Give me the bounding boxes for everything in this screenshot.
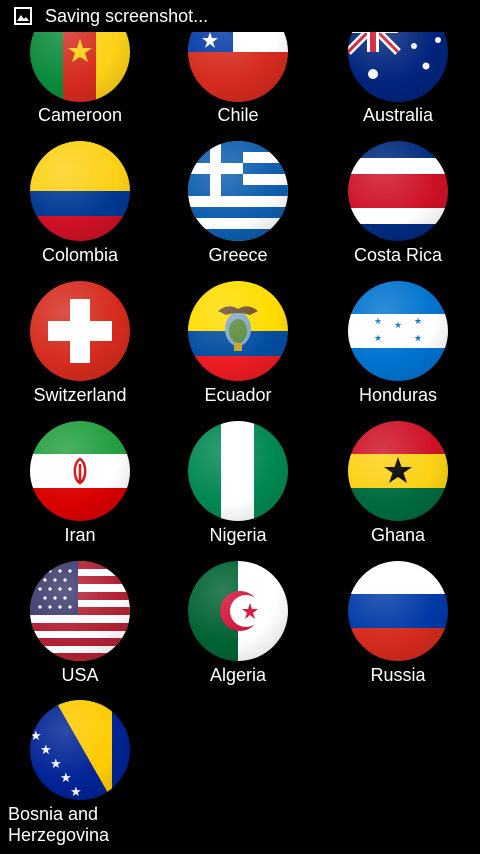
country-item-switzerland[interactable]: Switzerland (0, 281, 160, 421)
status-bar: Saving screenshot... (0, 0, 480, 32)
country-label: Cameroon (37, 105, 123, 125)
colombia-flag-icon (30, 141, 130, 241)
honduras-flag-icon: ★ ★ ★ ★ ★ (348, 281, 448, 381)
country-label: Switzerland (33, 385, 127, 405)
country-item-ghana[interactable]: Ghana (318, 421, 478, 561)
switzerland-flag-icon (30, 281, 130, 381)
bosnia-flag-icon: ★ ★ ★ ★ ★ (30, 700, 130, 800)
status-text: Saving screenshot... (45, 5, 209, 26)
country-label: Honduras (358, 385, 438, 405)
country-label: Chile (217, 105, 259, 125)
country-item-colombia[interactable]: Colombia (0, 141, 160, 281)
country-item-algeria[interactable]: Algeria (158, 561, 318, 701)
country-label: Ecuador (204, 385, 272, 405)
svg-text:★: ★ (414, 334, 422, 344)
costa-rica-flag-icon (348, 141, 448, 241)
flag-grid: Cameroon Chile Australia Colombia Greece… (0, 0, 480, 854)
svg-text:★: ★ (374, 317, 382, 327)
country-item-greece[interactable]: Greece (158, 141, 318, 281)
country-label: Bosnia and Herzegovina (8, 804, 110, 845)
country-item-iran[interactable]: Iran (0, 421, 160, 561)
iran-flag-icon (30, 421, 130, 521)
svg-text:★: ★ (40, 743, 52, 758)
algeria-flag-icon (188, 561, 288, 661)
ghana-flag-icon (348, 421, 448, 521)
country-label: Algeria (209, 665, 267, 685)
greece-flag-icon (188, 141, 288, 241)
ecuador-flag-icon (188, 281, 288, 381)
country-item-honduras[interactable]: ★ ★ ★ ★ ★ Honduras (318, 281, 478, 421)
country-item-nigeria[interactable]: Nigeria (158, 421, 318, 561)
country-item-usa[interactable]: USA (0, 561, 160, 701)
country-label: Australia (362, 105, 434, 125)
country-item-costa-rica[interactable]: Costa Rica (318, 141, 478, 281)
country-item-russia[interactable]: Russia (318, 561, 478, 701)
usa-flag-icon (30, 561, 130, 661)
country-label: Costa Rica (353, 245, 443, 265)
country-label: Russia (370, 665, 426, 685)
country-label: Colombia (41, 245, 119, 265)
svg-text:★: ★ (30, 729, 42, 744)
russia-flag-icon (348, 561, 448, 661)
svg-text:★: ★ (414, 317, 422, 327)
country-item-ecuador[interactable]: Ecuador (158, 281, 318, 421)
nigeria-flag-icon (188, 421, 288, 521)
country-label: Ghana (370, 525, 426, 545)
svg-text:★: ★ (374, 334, 382, 344)
screenshot-image-icon (13, 6, 33, 26)
country-label: USA (61, 665, 99, 685)
country-label: Iran (64, 525, 96, 545)
svg-text:★: ★ (60, 771, 72, 786)
svg-text:★: ★ (50, 757, 62, 772)
svg-text:★: ★ (394, 321, 402, 331)
country-label: Greece (208, 245, 268, 265)
country-item-bosnia[interactable]: ★ ★ ★ ★ ★ Bosnia and Herzegovina (0, 700, 160, 854)
svg-text:★: ★ (70, 785, 82, 800)
country-label: Nigeria (209, 525, 267, 545)
